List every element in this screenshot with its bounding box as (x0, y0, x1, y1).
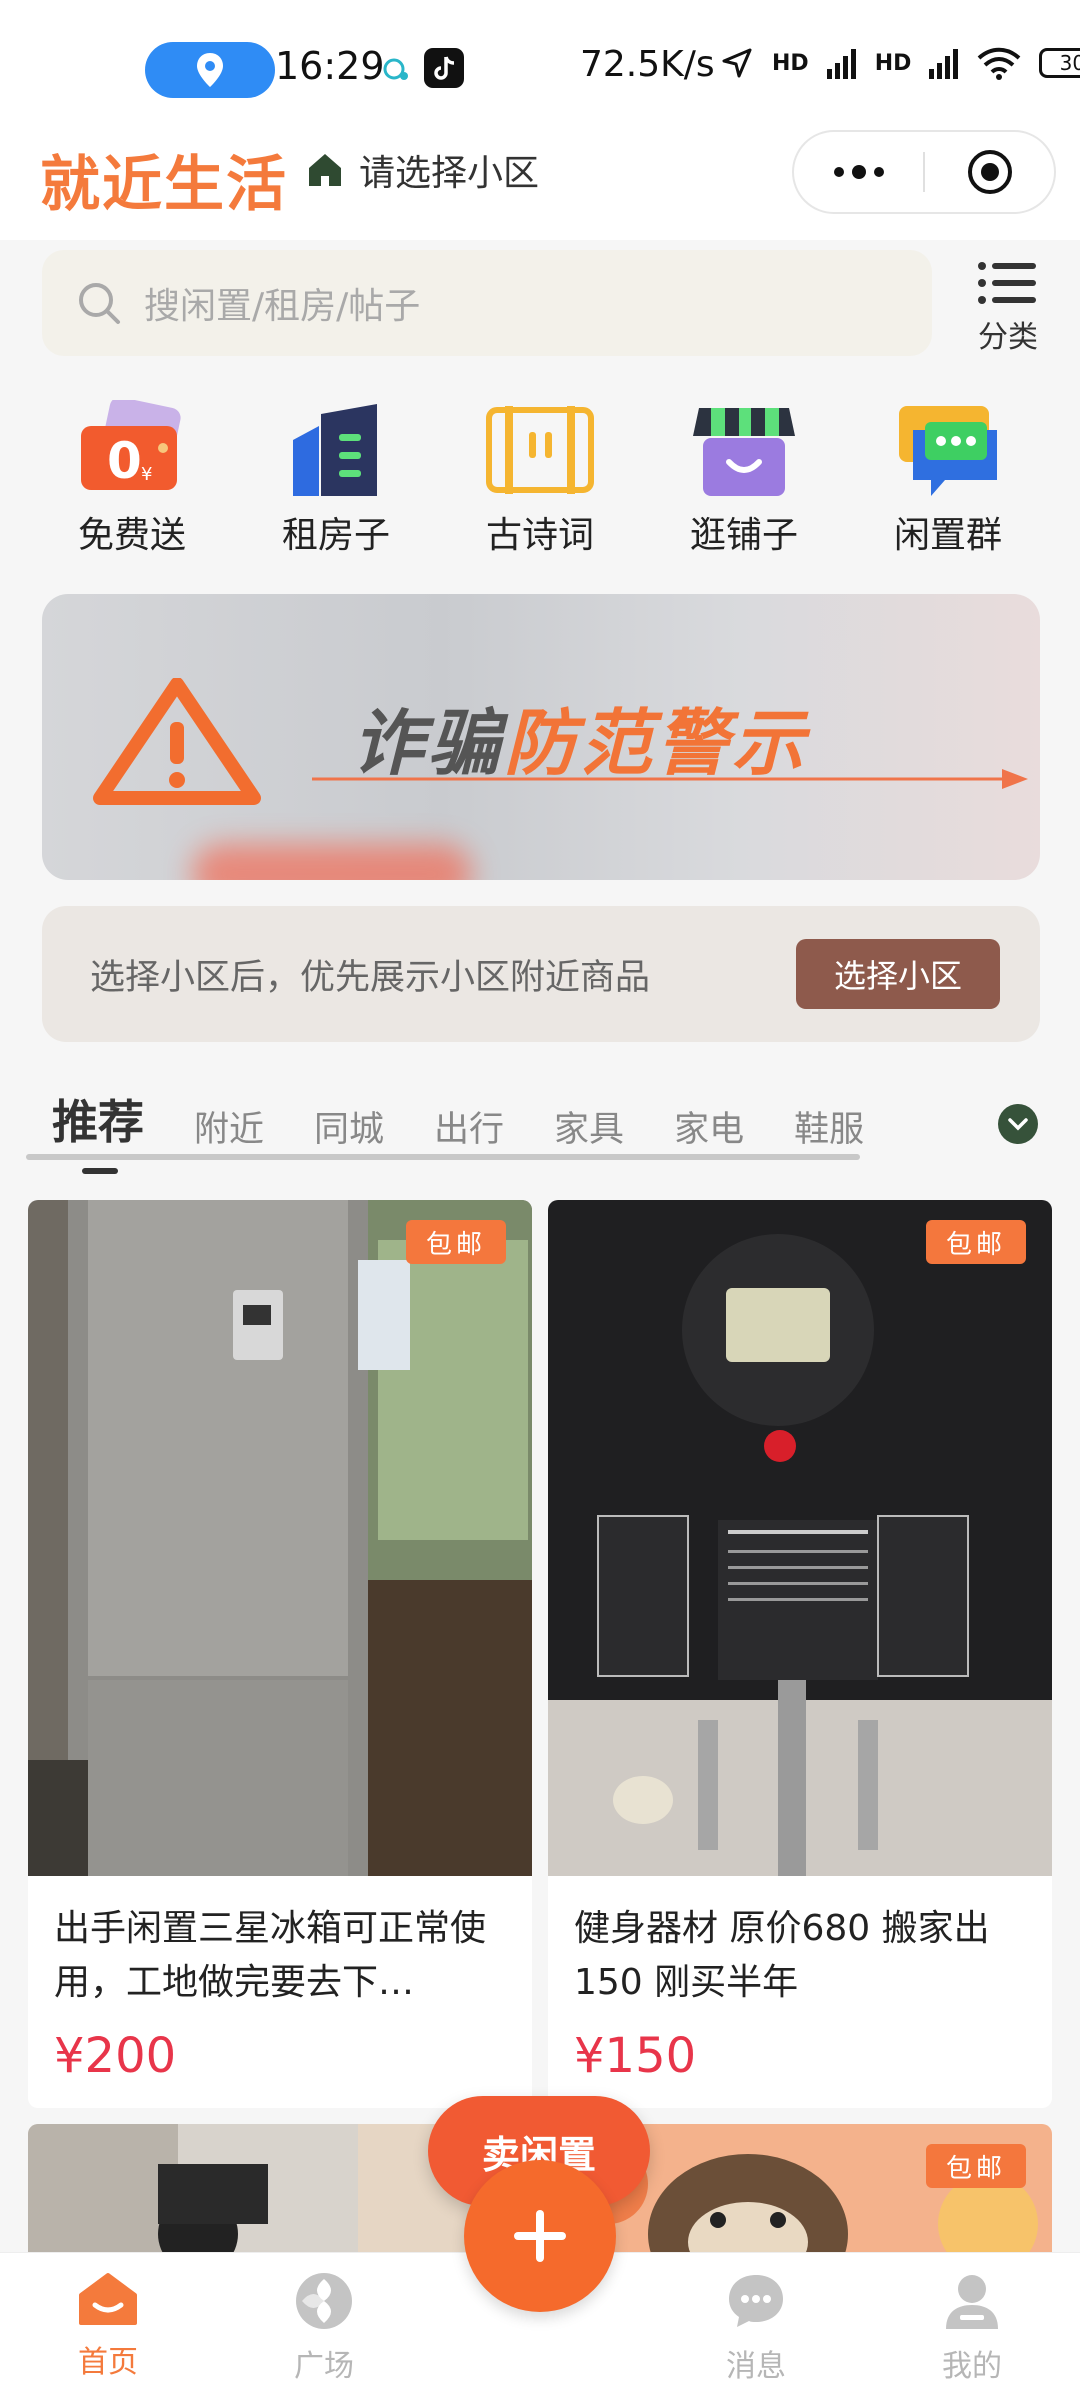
free-badge-currency: ¥ (141, 464, 152, 485)
fraud-warning-banner[interactable]: 诈骗防范警示 (42, 594, 1040, 880)
miniprogram-capsule (792, 130, 1056, 214)
free-shipping-badge: 包邮 (925, 1220, 1026, 1264)
nav-label: 首页 (78, 2345, 138, 2380)
banner-glow (192, 844, 472, 880)
publish-button[interactable] (464, 2160, 616, 2312)
quick-entry-shops[interactable]: 逛铺子 (654, 400, 834, 570)
tab-same-city[interactable]: 同城 (314, 1101, 384, 1152)
sync-icon (383, 58, 408, 80)
banner-arrow-icon (312, 769, 1028, 789)
nav-plaza[interactable]: 广场 (254, 2271, 394, 2385)
select-community-button[interactable]: 选择小区 (796, 939, 1000, 1009)
more-dots-icon (833, 165, 884, 179)
tab-list: 推荐 附近 同城 出行 家具 家电 鞋服 (52, 1086, 864, 1174)
plus-icon (514, 2210, 566, 2262)
app-page: 16:29 72.5K/s HD HD 30 就近生活 请选择小区 搜闲置/租房… (0, 0, 1080, 2400)
free-shipping-badge: 包邮 (925, 2144, 1026, 2188)
product-title: 健身器材 原价680 搬家出150 刚买半年 (574, 1908, 990, 2003)
quick-entry-label: 闲置群 (893, 515, 1002, 556)
product-title: 出手闲置三星冰箱可正常使用，工地做完要去下… (54, 1908, 487, 2003)
product-card[interactable]: 包邮 健身器材 原价680 搬家出150 刚买半年 ¥150 (548, 1200, 1052, 2108)
status-icons: HD HD 30 (720, 46, 1080, 80)
quick-entry-free[interactable]: 0 ¥ 免费送 (42, 400, 222, 570)
nav-label: 消息 (726, 2349, 786, 2384)
tiktok-icon (424, 48, 464, 88)
brand-logo: 就近生活 (40, 150, 288, 220)
warning-triangle-icon (93, 678, 261, 805)
more-menu-button[interactable] (794, 132, 923, 212)
nav-messages[interactable]: 消息 (686, 2271, 826, 2385)
network-speed: 72.5K/s (580, 44, 715, 85)
free-shipping-badge: 包邮 (405, 1220, 506, 1264)
tab-scroll-track (26, 1154, 860, 1160)
search-input[interactable]: 搜闲置/租房/帖子 (42, 250, 932, 356)
battery-level: 30 (1059, 51, 1080, 75)
free-badge-digit: 0 (107, 432, 142, 490)
tab-appliances[interactable]: 家电 (674, 1101, 744, 1152)
tab-clothing[interactable]: 鞋服 (794, 1101, 864, 1152)
location-pin-icon (197, 53, 223, 87)
close-miniprogram-button[interactable] (925, 132, 1054, 212)
status-time: 16:29 (275, 44, 385, 88)
quick-entry-poetry[interactable]: 古诗词 (450, 400, 630, 570)
category-button[interactable]: 分类 (968, 260, 1048, 356)
category-label: 分类 (978, 320, 1038, 355)
list-menu-icon (978, 262, 1036, 304)
status-bar: 16:29 72.5K/s HD HD 30 (0, 0, 1080, 130)
app-header: 就近生活 请选择小区 (0, 130, 1080, 240)
quick-entry-rent[interactable]: 租房子 (246, 400, 426, 570)
fitness-equipment-photo (548, 1200, 1052, 1876)
tab-nearby[interactable]: 附近 (194, 1101, 264, 1152)
home-small-icon (309, 154, 341, 186)
battery-icon: 30 (1039, 48, 1080, 78)
nav-profile[interactable]: 我的 (902, 2271, 1042, 2385)
rent-house-icon (293, 404, 377, 496)
refrigerator-photo (28, 1200, 532, 1876)
quick-entry-label: 租房子 (281, 515, 390, 556)
quick-entry-label: 免费送 (77, 515, 186, 556)
tab-furniture[interactable]: 家具 (554, 1101, 624, 1152)
quick-entry-label: 古诗词 (485, 515, 594, 556)
product-price: ¥200 (54, 2028, 177, 2084)
search-icon (79, 283, 120, 324)
home-icon (79, 2273, 137, 2325)
signal-bars-icon (826, 49, 856, 79)
nav-home[interactable]: 首页 (38, 2271, 178, 2381)
product-price: ¥150 (574, 2028, 697, 2084)
community-notice: 选择小区后，优先展示小区附近商品 选择小区 (42, 906, 1040, 1042)
nav-label: 我的 (942, 2349, 1002, 2384)
community-label: 请选择小区 (359, 153, 540, 194)
quick-entries: 0 ¥ 免费送 租房子 古诗词 逛铺子 闲置群 (0, 400, 1080, 570)
tab-travel[interactable]: 出行 (434, 1101, 504, 1152)
signal-bars-2-icon (929, 49, 959, 79)
location-indicator (145, 42, 275, 98)
profile-icon (946, 2275, 998, 2329)
search-row: 搜闲置/租房/帖子 分类 (0, 240, 1080, 360)
product-image: 包邮 (548, 1200, 1052, 1876)
chevron-down-icon (1008, 1118, 1028, 1131)
signal-hd-1: HD (772, 50, 809, 76)
target-close-icon (967, 150, 1012, 194)
wifi-icon (978, 47, 1021, 80)
notice-text: 选择小区后，优先展示小区附近商品 (90, 957, 651, 998)
product-image: 包邮 (28, 1200, 532, 1876)
search-placeholder: 搜闲置/租房/帖子 (144, 286, 421, 327)
community-selector[interactable]: 请选择小区 (305, 144, 539, 196)
tab-recommend[interactable]: 推荐 (52, 1086, 144, 1174)
nav-label: 广场 (294, 2349, 354, 2384)
quick-entry-groups[interactable]: 闲置群 (858, 400, 1038, 570)
navigation-arrow-icon (722, 48, 752, 78)
chat-group-icon (899, 406, 997, 496)
category-tabs: 推荐 附近 同城 出行 家具 家电 鞋服 (0, 1060, 1080, 1174)
product-card[interactable]: 包邮 出手闲置三星冰箱可正常使用，工地做完要去下… ¥200 (28, 1200, 532, 2108)
quick-entry-label: 逛铺子 (689, 515, 798, 556)
scroll-icon (486, 406, 594, 494)
tabs-expand-button[interactable] (998, 1104, 1038, 1144)
signal-hd-2: HD (874, 50, 912, 76)
plaza-icon (296, 2273, 352, 2329)
message-icon (729, 2275, 783, 2327)
shop-icon (693, 408, 795, 496)
free-gift-icon: 0 ¥ (81, 400, 181, 490)
